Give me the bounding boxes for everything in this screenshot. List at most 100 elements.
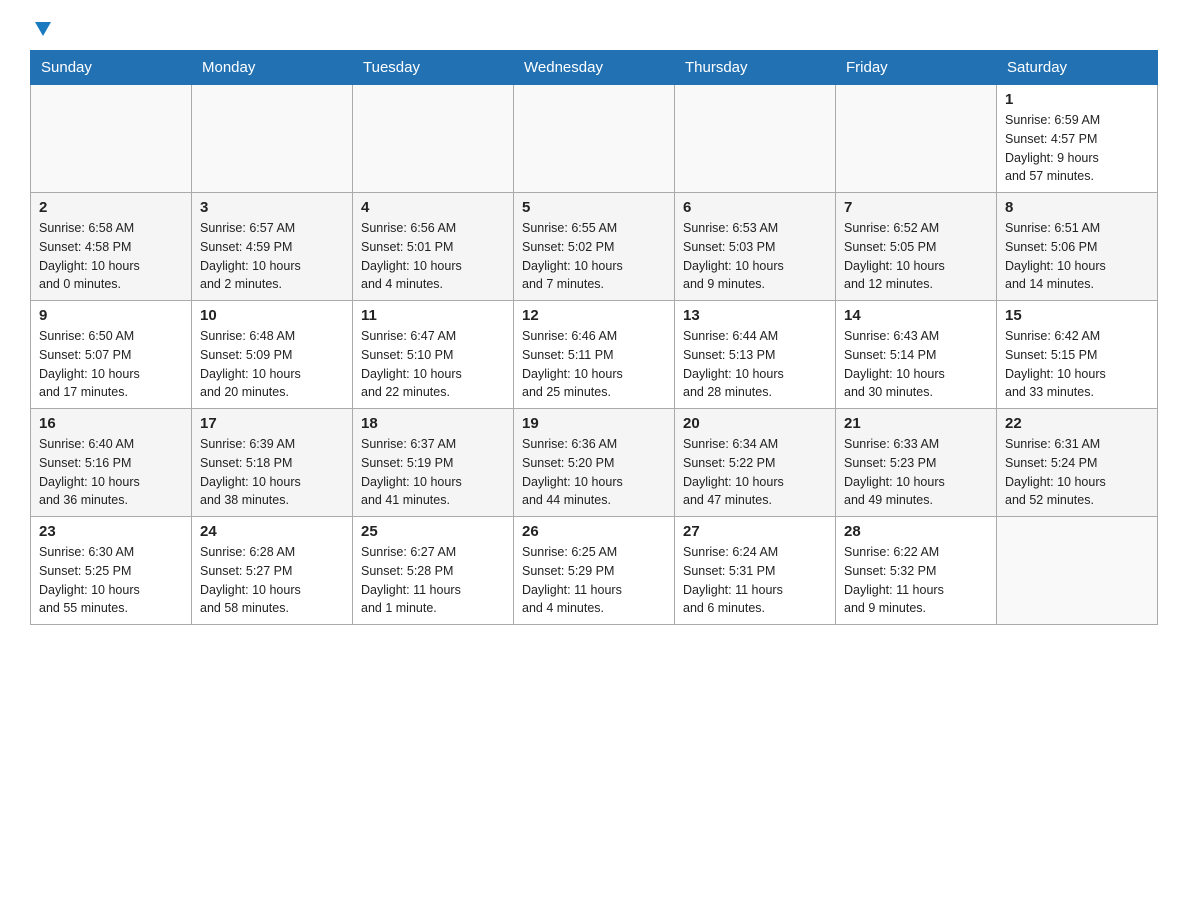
day-info: Sunrise: 6:34 AM Sunset: 5:22 PM Dayligh…	[683, 435, 827, 510]
calendar-cell	[353, 85, 514, 193]
calendar-cell: 19Sunrise: 6:36 AM Sunset: 5:20 PM Dayli…	[514, 409, 675, 517]
day-number: 20	[683, 415, 827, 432]
weekday-header-sunday: Sunday	[31, 51, 192, 85]
calendar-cell	[192, 85, 353, 193]
calendar-cell	[675, 85, 836, 193]
day-number: 13	[683, 307, 827, 324]
calendar-cell: 8Sunrise: 6:51 AM Sunset: 5:06 PM Daylig…	[997, 193, 1158, 301]
day-info: Sunrise: 6:22 AM Sunset: 5:32 PM Dayligh…	[844, 543, 988, 618]
calendar-week-row: 2 Sunrise: 6:58 AM Sunset: 4:58 PM Daylig…	[31, 193, 1158, 301]
calendar-cell: 11 Sunrise: 6:47 AM Sunset: 5:10 PM Dayli…	[353, 301, 514, 409]
day-number: 6	[683, 199, 827, 216]
day-info: Sunrise: 6:27 AM Sunset: 5:28 PM Dayligh…	[361, 543, 505, 618]
day-info: Sunrise: 6:59 AM Sunset: 4:57 PM Dayligh…	[1005, 111, 1149, 186]
day-number: 2	[39, 199, 183, 216]
calendar-cell: 20 Sunrise: 6:34 AM Sunset: 5:22 PM Dayli…	[675, 409, 836, 517]
day-info: Sunrise: 6:56 AM Sunset: 5:01 PM Dayligh…	[361, 219, 505, 294]
calendar-table: SundayMondayTuesdayWednesdayThursdayFrid…	[30, 50, 1158, 625]
calendar-cell: 3 Sunrise: 6:57 AM Sunset: 4:59 PM Daylig…	[192, 193, 353, 301]
day-number: 24	[200, 523, 344, 540]
calendar-cell: 5 Sunrise: 6:55 AM Sunset: 5:02 PM Daylig…	[514, 193, 675, 301]
calendar-cell: 24 Sunrise: 6:28 AM Sunset: 5:27 PM Dayli…	[192, 517, 353, 625]
calendar-cell: 23 Sunrise: 6:30 AM Sunset: 5:25 PM Dayli…	[31, 517, 192, 625]
day-number: 16	[39, 415, 183, 432]
weekday-header-monday: Monday	[192, 51, 353, 85]
day-number: 26	[522, 523, 666, 540]
day-info: Sunrise: 6:52 AM Sunset: 5:05 PM Dayligh…	[844, 219, 988, 294]
day-info: Sunrise: 6:28 AM Sunset: 5:27 PM Dayligh…	[200, 543, 344, 618]
day-number: 10	[200, 307, 344, 324]
calendar-week-row: 1 Sunrise: 6:59 AM Sunset: 4:57 PM Daylig…	[31, 85, 1158, 193]
day-info: Sunrise: 6:53 AM Sunset: 5:03 PM Dayligh…	[683, 219, 827, 294]
day-info: Sunrise: 6:42 AM Sunset: 5:15 PM Dayligh…	[1005, 327, 1149, 402]
day-number: 7	[844, 199, 988, 216]
weekday-header-thursday: Thursday	[675, 51, 836, 85]
logo	[30, 20, 54, 40]
day-number: 14	[844, 307, 988, 324]
day-number: 15	[1005, 307, 1149, 324]
day-info: Sunrise: 6:24 AM Sunset: 5:31 PM Dayligh…	[683, 543, 827, 618]
calendar-cell: 16 Sunrise: 6:40 AM Sunset: 5:16 PM Dayli…	[31, 409, 192, 517]
day-info: Sunrise: 6:50 AM Sunset: 5:07 PM Dayligh…	[39, 327, 183, 402]
day-info: Sunrise: 6:37 AM Sunset: 5:19 PM Dayligh…	[361, 435, 505, 510]
day-info: Sunrise: 6:51 AM Sunset: 5:06 PM Dayligh…	[1005, 219, 1149, 294]
day-info: Sunrise: 6:55 AM Sunset: 5:02 PM Dayligh…	[522, 219, 666, 294]
day-number: 25	[361, 523, 505, 540]
calendar-cell: 21 Sunrise: 6:33 AM Sunset: 5:23 PM Dayli…	[836, 409, 997, 517]
day-info: Sunrise: 6:31 AM Sunset: 5:24 PM Dayligh…	[1005, 435, 1149, 510]
calendar-cell: 28 Sunrise: 6:22 AM Sunset: 5:32 PM Dayli…	[836, 517, 997, 625]
day-info: Sunrise: 6:30 AM Sunset: 5:25 PM Dayligh…	[39, 543, 183, 618]
day-number: 11	[361, 307, 505, 324]
calendar-cell: 7 Sunrise: 6:52 AM Sunset: 5:05 PM Daylig…	[836, 193, 997, 301]
weekday-header-wednesday: Wednesday	[514, 51, 675, 85]
calendar-cell: 13Sunrise: 6:44 AM Sunset: 5:13 PM Dayli…	[675, 301, 836, 409]
calendar-week-row: 16 Sunrise: 6:40 AM Sunset: 5:16 PM Dayli…	[31, 409, 1158, 517]
day-info: Sunrise: 6:48 AM Sunset: 5:09 PM Dayligh…	[200, 327, 344, 402]
day-info: Sunrise: 6:33 AM Sunset: 5:23 PM Dayligh…	[844, 435, 988, 510]
calendar-cell: 12 Sunrise: 6:46 AM Sunset: 5:11 PM Dayli…	[514, 301, 675, 409]
weekday-header-saturday: Saturday	[997, 51, 1158, 85]
day-number: 28	[844, 523, 988, 540]
day-number: 5	[522, 199, 666, 216]
calendar-cell	[31, 85, 192, 193]
day-number: 21	[844, 415, 988, 432]
calendar-cell: 26 Sunrise: 6:25 AM Sunset: 5:29 PM Dayli…	[514, 517, 675, 625]
calendar-cell: 4 Sunrise: 6:56 AM Sunset: 5:01 PM Daylig…	[353, 193, 514, 301]
day-info: Sunrise: 6:40 AM Sunset: 5:16 PM Dayligh…	[39, 435, 183, 510]
day-number: 19	[522, 415, 666, 432]
calendar-cell	[514, 85, 675, 193]
calendar-cell: 25 Sunrise: 6:27 AM Sunset: 5:28 PM Dayli…	[353, 517, 514, 625]
calendar-cell	[997, 517, 1158, 625]
day-info: Sunrise: 6:43 AM Sunset: 5:14 PM Dayligh…	[844, 327, 988, 402]
calendar-cell: 14 Sunrise: 6:43 AM Sunset: 5:14 PM Dayli…	[836, 301, 997, 409]
day-info: Sunrise: 6:46 AM Sunset: 5:11 PM Dayligh…	[522, 327, 666, 402]
calendar-cell: 18Sunrise: 6:37 AM Sunset: 5:19 PM Dayli…	[353, 409, 514, 517]
page-header	[30, 20, 1158, 40]
calendar-cell: 9Sunrise: 6:50 AM Sunset: 5:07 PM Daylig…	[31, 301, 192, 409]
day-number: 1	[1005, 91, 1149, 108]
day-number: 23	[39, 523, 183, 540]
day-number: 27	[683, 523, 827, 540]
calendar-week-row: 23 Sunrise: 6:30 AM Sunset: 5:25 PM Dayli…	[31, 517, 1158, 625]
calendar-cell: 2 Sunrise: 6:58 AM Sunset: 4:58 PM Daylig…	[31, 193, 192, 301]
calendar-cell: 15 Sunrise: 6:42 AM Sunset: 5:15 PM Dayli…	[997, 301, 1158, 409]
calendar-cell: 10 Sunrise: 6:48 AM Sunset: 5:09 PM Dayli…	[192, 301, 353, 409]
calendar-cell: 27 Sunrise: 6:24 AM Sunset: 5:31 PM Dayli…	[675, 517, 836, 625]
day-info: Sunrise: 6:47 AM Sunset: 5:10 PM Dayligh…	[361, 327, 505, 402]
day-number: 4	[361, 199, 505, 216]
day-number: 12	[522, 307, 666, 324]
calendar-cell: 1 Sunrise: 6:59 AM Sunset: 4:57 PM Daylig…	[997, 85, 1158, 193]
weekday-header-row: SundayMondayTuesdayWednesdayThursdayFrid…	[31, 51, 1158, 85]
weekday-header-friday: Friday	[836, 51, 997, 85]
calendar-cell	[836, 85, 997, 193]
weekday-header-tuesday: Tuesday	[353, 51, 514, 85]
calendar-week-row: 9Sunrise: 6:50 AM Sunset: 5:07 PM Daylig…	[31, 301, 1158, 409]
day-number: 3	[200, 199, 344, 216]
logo-triangle-icon	[32, 18, 54, 40]
calendar-cell: 17Sunrise: 6:39 AM Sunset: 5:18 PM Dayli…	[192, 409, 353, 517]
day-info: Sunrise: 6:25 AM Sunset: 5:29 PM Dayligh…	[522, 543, 666, 618]
day-number: 22	[1005, 415, 1149, 432]
day-info: Sunrise: 6:58 AM Sunset: 4:58 PM Dayligh…	[39, 219, 183, 294]
calendar-cell: 6 Sunrise: 6:53 AM Sunset: 5:03 PM Daylig…	[675, 193, 836, 301]
day-info: Sunrise: 6:57 AM Sunset: 4:59 PM Dayligh…	[200, 219, 344, 294]
